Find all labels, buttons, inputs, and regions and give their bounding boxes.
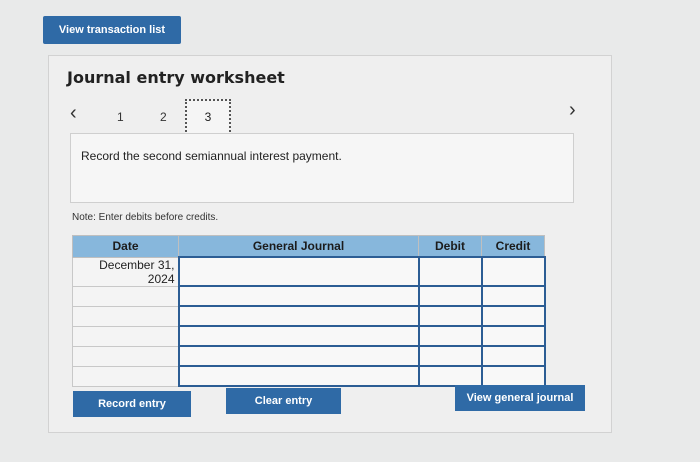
page-3-current[interactable]: 3 xyxy=(185,99,231,135)
worksheet-title: Journal entry worksheet xyxy=(67,68,285,87)
journal-table: Date General Journal Debit Credit Decemb… xyxy=(72,235,546,387)
account-select[interactable] xyxy=(177,305,420,327)
header-general-journal: General Journal xyxy=(178,235,419,258)
view-transaction-list-button[interactable]: View transaction list xyxy=(43,16,181,44)
credit-input[interactable] xyxy=(480,285,546,307)
header-debit: Debit xyxy=(418,235,482,258)
header-date: Date xyxy=(72,235,179,258)
debit-input[interactable] xyxy=(417,325,483,347)
date-cell xyxy=(72,305,179,327)
debit-input[interactable] xyxy=(417,365,483,387)
instruction-text: Record the second semiannual interest pa… xyxy=(81,149,342,163)
table-row xyxy=(72,345,546,367)
chevron-left-icon[interactable]: ‹ xyxy=(70,103,77,123)
note-text: Note: Enter debits before credits. xyxy=(72,212,219,223)
table-row: December 31, 2024 xyxy=(72,256,546,287)
view-general-journal-button[interactable]: View general journal xyxy=(455,385,585,411)
date-cell xyxy=(72,345,179,367)
debit-input[interactable] xyxy=(417,285,483,307)
date-cell: December 31, 2024 xyxy=(72,256,179,287)
table-row xyxy=(72,285,546,307)
account-select[interactable] xyxy=(177,285,420,307)
header-credit: Credit xyxy=(481,235,545,258)
instruction-box: Record the second semiannual interest pa… xyxy=(70,133,574,203)
account-select[interactable] xyxy=(177,325,420,347)
debit-input[interactable] xyxy=(417,305,483,327)
date-cell xyxy=(72,365,179,387)
debit-input[interactable] xyxy=(417,256,483,287)
credit-input[interactable] xyxy=(480,256,546,287)
record-entry-button[interactable]: Record entry xyxy=(73,391,191,417)
date-cell xyxy=(72,285,179,307)
table-row xyxy=(72,365,546,387)
page-2-link[interactable]: 2 xyxy=(160,110,167,124)
credit-input[interactable] xyxy=(480,325,546,347)
table-row xyxy=(72,305,546,327)
page-3-label: 3 xyxy=(204,110,212,124)
credit-input[interactable] xyxy=(480,345,546,367)
chevron-right-icon[interactable]: › xyxy=(569,100,576,120)
date-cell xyxy=(72,325,179,347)
credit-input[interactable] xyxy=(480,305,546,327)
clear-entry-button[interactable]: Clear entry xyxy=(226,388,341,414)
account-select[interactable] xyxy=(177,345,420,367)
credit-input[interactable] xyxy=(480,365,546,387)
table-header-row: Date General Journal Debit Credit xyxy=(72,235,545,258)
account-select[interactable] xyxy=(177,256,420,287)
table-row xyxy=(72,325,546,347)
debit-input[interactable] xyxy=(417,345,483,367)
account-select[interactable] xyxy=(177,365,420,387)
page-1-link[interactable]: 1 xyxy=(117,110,124,124)
